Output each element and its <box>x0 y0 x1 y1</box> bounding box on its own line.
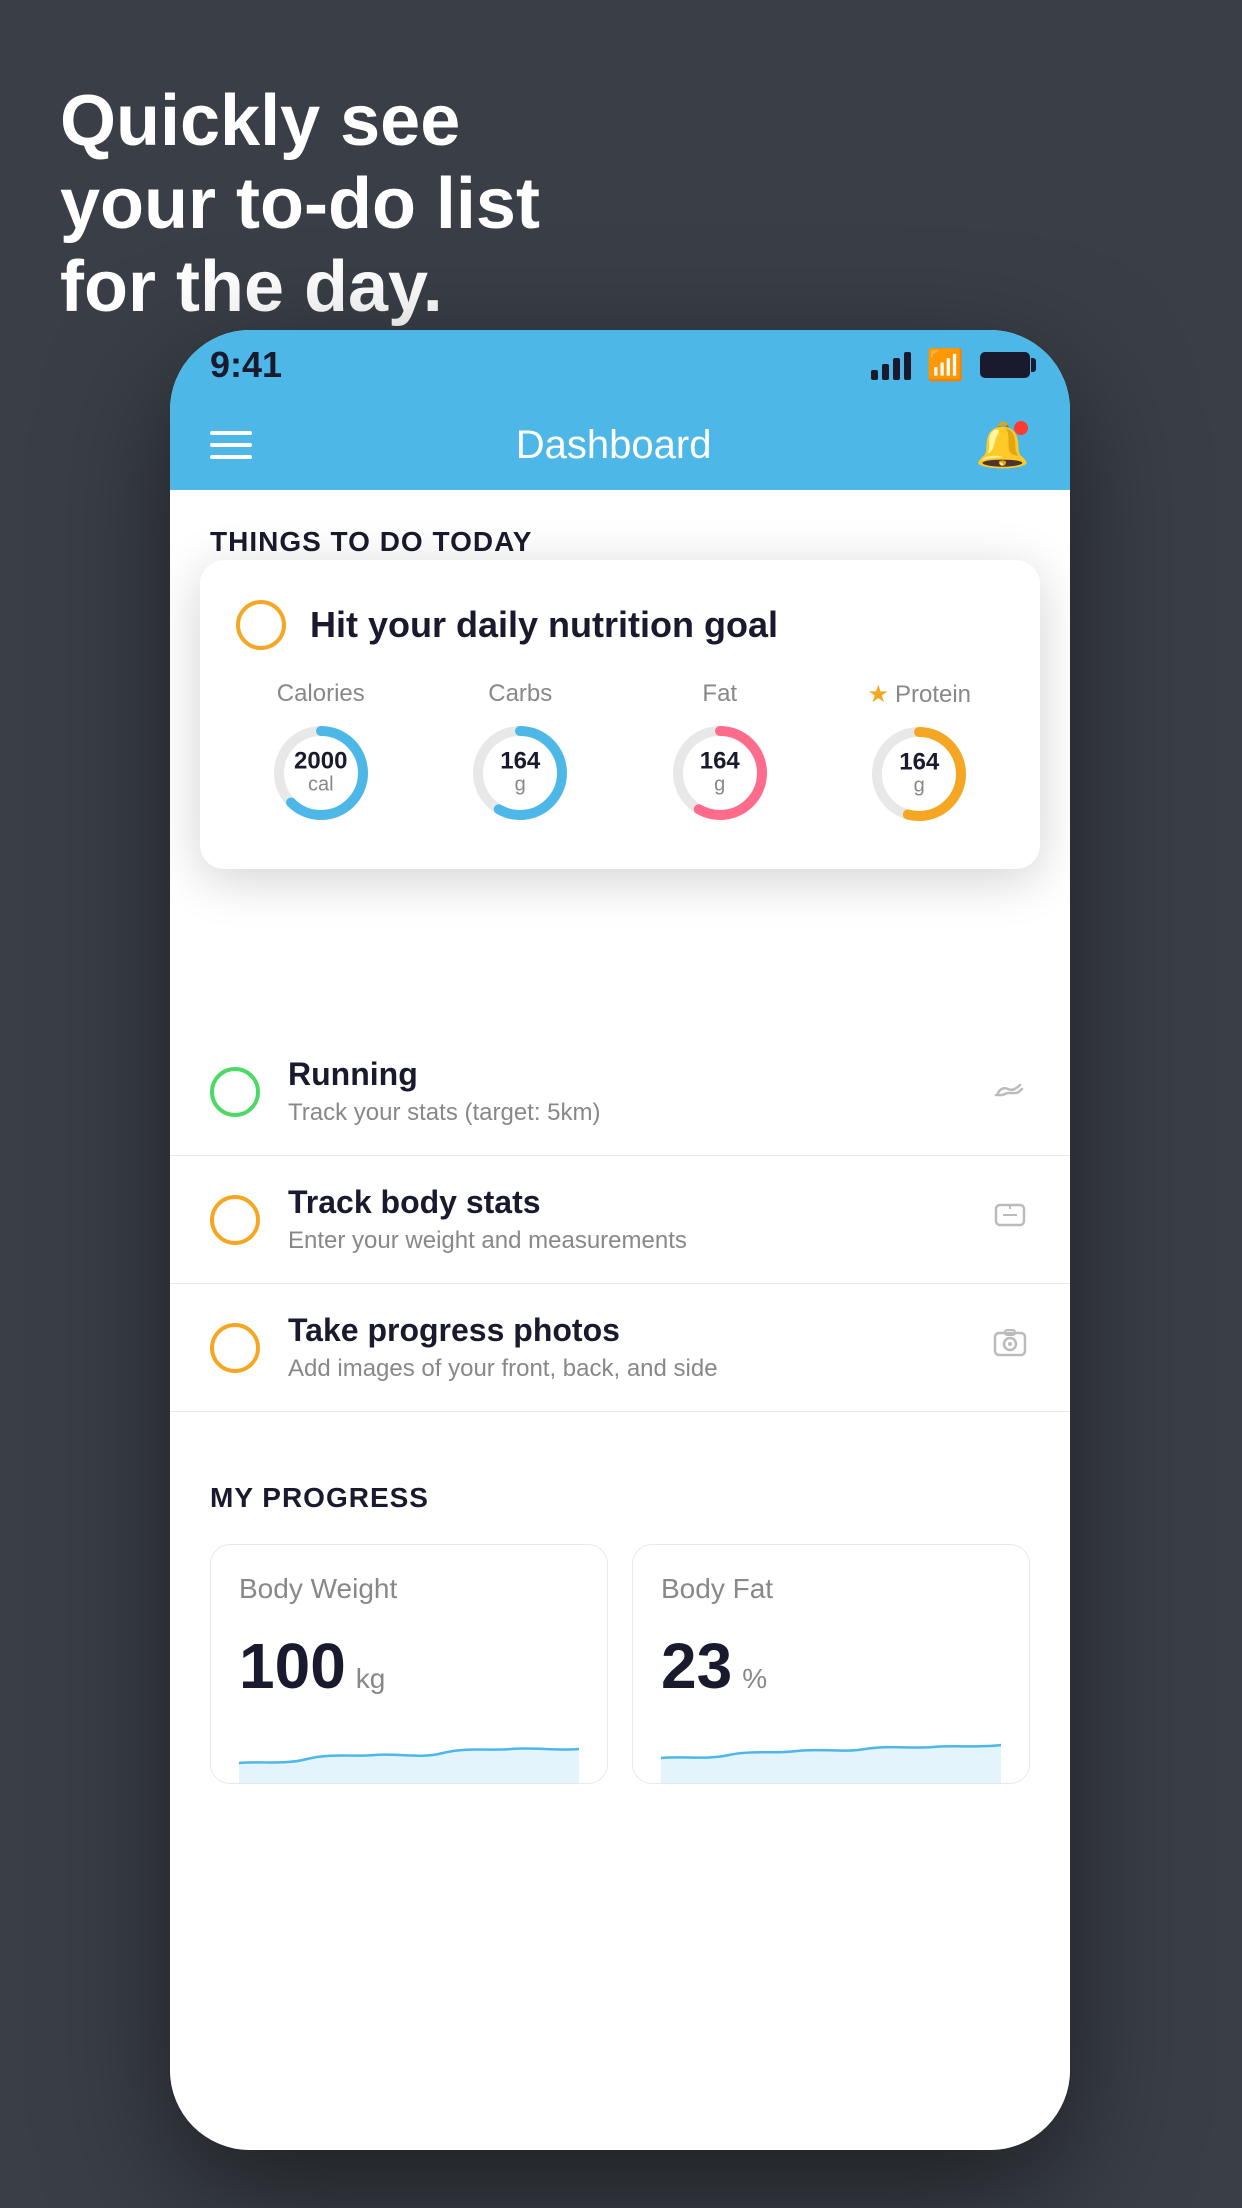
status-icons: 📶 <box>871 348 1030 383</box>
nutrition-protein: ★ Protein 164 g <box>864 680 974 829</box>
body-weight-sparkline <box>239 1723 579 1783</box>
body-weight-card: Body Weight 100 kg <box>210 1544 608 1784</box>
nav-bar: Dashboard 🔔 <box>170 400 1070 490</box>
body-fat-value-row: 23 % <box>661 1629 1001 1703</box>
body-stats-subtitle: Enter your weight and measurements <box>288 1227 962 1255</box>
body-stats-checkbox[interactable] <box>210 1195 260 1245</box>
running-content: Running Track your stats (target: 5km) <box>288 1056 962 1127</box>
progress-section: MY PROGRESS Body Weight 100 kg <box>170 1442 1070 1784</box>
body-weight-value: 100 <box>239 1629 346 1703</box>
hamburger-line <box>210 455 252 459</box>
nutrition-card: Hit your daily nutrition goal Calories 2… <box>200 560 1040 869</box>
phone-frame: 9:41 📶 Dashboard 🔔 THINGS TO DO TODAY <box>170 330 1070 2150</box>
nutrition-card-title: Hit your daily nutrition goal <box>310 604 778 646</box>
photos-content: Take progress photos Add images of your … <box>288 1312 962 1383</box>
notifications-button[interactable]: 🔔 <box>975 419 1030 471</box>
nutrition-row: Calories 2000 cal Carbs <box>236 680 1004 829</box>
battery-icon <box>980 352 1030 378</box>
fat-value: 164 g <box>700 750 740 797</box>
status-time: 9:41 <box>210 344 282 386</box>
todo-item-body-stats[interactable]: Track body stats Enter your weight and m… <box>170 1156 1070 1284</box>
card-title-row: Hit your daily nutrition goal <box>236 600 1004 650</box>
body-fat-unit: % <box>742 1663 767 1695</box>
hamburger-menu[interactable] <box>210 431 252 459</box>
running-icon <box>990 1067 1030 1117</box>
headline-text: Quickly see your to-do list for the day. <box>60 80 540 328</box>
content-area: THINGS TO DO TODAY Hit your daily nutrit… <box>170 490 1070 2150</box>
progress-header: MY PROGRESS <box>210 1482 1030 1514</box>
running-subtitle: Track your stats (target: 5km) <box>288 1099 962 1127</box>
protein-label: ★ Protein <box>867 680 971 709</box>
nav-title: Dashboard <box>516 423 712 468</box>
todo-list: Running Track your stats (target: 5km) T… <box>170 1028 1070 1412</box>
hamburger-line <box>210 431 252 435</box>
signal-icon <box>871 350 911 380</box>
body-weight-unit: kg <box>356 1663 386 1695</box>
body-stats-content: Track body stats Enter your weight and m… <box>288 1184 962 1255</box>
todo-item-photos[interactable]: Take progress photos Add images of your … <box>170 1284 1070 1412</box>
carbs-label: Carbs <box>488 680 552 708</box>
body-stats-title: Track body stats <box>288 1184 962 1221</box>
carbs-donut: 164 g <box>465 718 575 828</box>
photos-subtitle: Add images of your front, back, and side <box>288 1355 962 1383</box>
body-fat-value: 23 <box>661 1629 732 1703</box>
fat-donut: 164 g <box>665 718 775 828</box>
status-bar: 9:41 📶 <box>170 330 1070 400</box>
body-fat-sparkline <box>661 1723 1001 1783</box>
star-icon: ★ <box>867 680 889 709</box>
photos-checkbox[interactable] <box>210 1323 260 1373</box>
carbs-value: 164 g <box>500 750 540 797</box>
nutrition-carbs: Carbs 164 g <box>465 680 575 829</box>
running-checkbox[interactable] <box>210 1067 260 1117</box>
nutrition-checkbox[interactable] <box>236 600 286 650</box>
todo-item-running[interactable]: Running Track your stats (target: 5km) <box>170 1028 1070 1156</box>
running-title: Running <box>288 1056 962 1093</box>
calories-donut: 2000 cal <box>266 718 376 828</box>
hamburger-line <box>210 443 252 447</box>
protein-donut: 164 g <box>864 719 974 829</box>
progress-cards: Body Weight 100 kg Body Fat <box>210 1544 1030 1784</box>
body-weight-title: Body Weight <box>239 1573 579 1605</box>
nutrition-calories: Calories 2000 cal <box>266 680 376 829</box>
photos-title: Take progress photos <box>288 1312 962 1349</box>
calories-value: 2000 cal <box>294 750 347 797</box>
scale-icon <box>990 1195 1030 1245</box>
body-weight-value-row: 100 kg <box>239 1629 579 1703</box>
notification-badge <box>1014 421 1028 435</box>
protein-value: 164 g <box>899 751 939 798</box>
fat-label: Fat <box>702 680 737 708</box>
body-fat-card: Body Fat 23 % <box>632 1544 1030 1784</box>
wifi-icon: 📶 <box>927 348 964 383</box>
body-fat-title: Body Fat <box>661 1573 1001 1605</box>
calories-label: Calories <box>277 680 365 708</box>
photo-icon <box>990 1323 1030 1373</box>
nutrition-fat: Fat 164 g <box>665 680 775 829</box>
